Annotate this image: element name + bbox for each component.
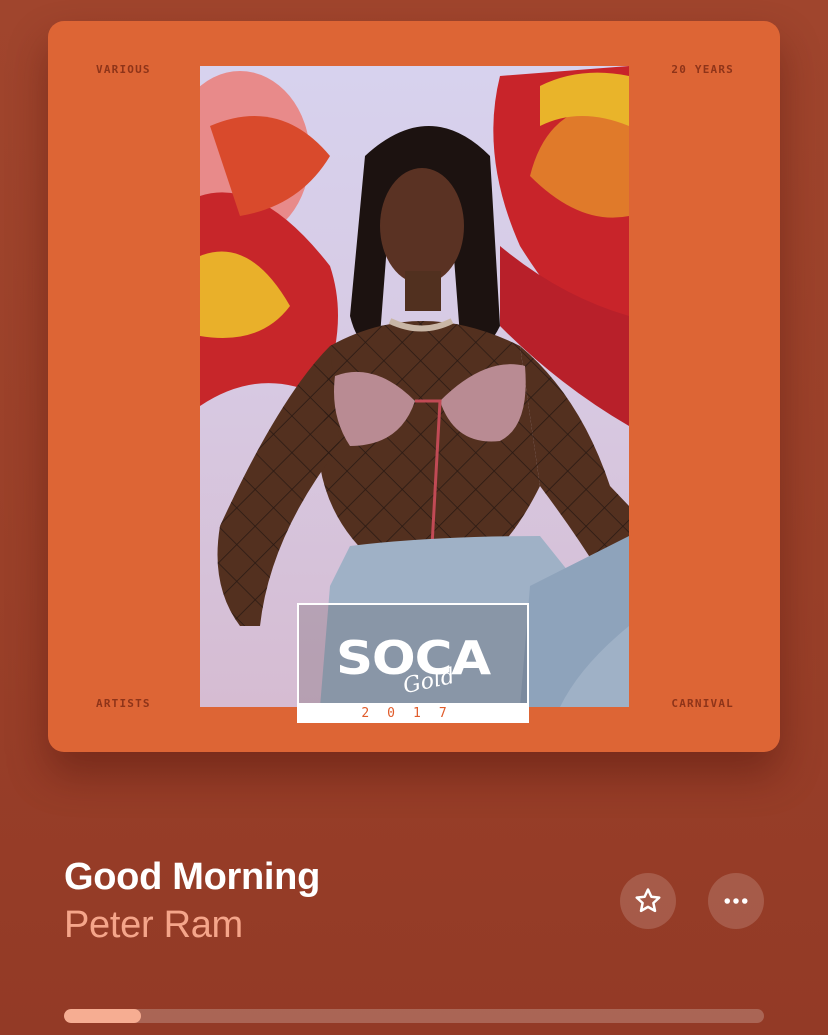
album-artwork: VARIOUS 20 YEARS ARTISTS CARNIVAL SOCA G… [48, 21, 780, 752]
star-icon [635, 888, 661, 913]
favorite-button[interactable] [620, 873, 676, 929]
artwork-text-carnival: CARNIVAL [671, 697, 734, 710]
playback-progress-bar[interactable] [64, 1009, 764, 1023]
artwork-text-artists: ARTISTS [96, 697, 151, 710]
progress-fill [64, 1009, 141, 1023]
artwork-text-various: VARIOUS [96, 63, 151, 76]
soca-gold-logo: SOCA Gold 2017 [297, 603, 529, 723]
ellipsis-icon [724, 898, 748, 904]
artwork-text-20-years: 20 YEARS [671, 63, 734, 76]
track-artist[interactable]: Peter Ram [64, 904, 243, 947]
track-title: Good Morning [64, 856, 320, 898]
more-options-button[interactable] [708, 873, 764, 929]
logo-year-text: 2017 [297, 703, 529, 723]
